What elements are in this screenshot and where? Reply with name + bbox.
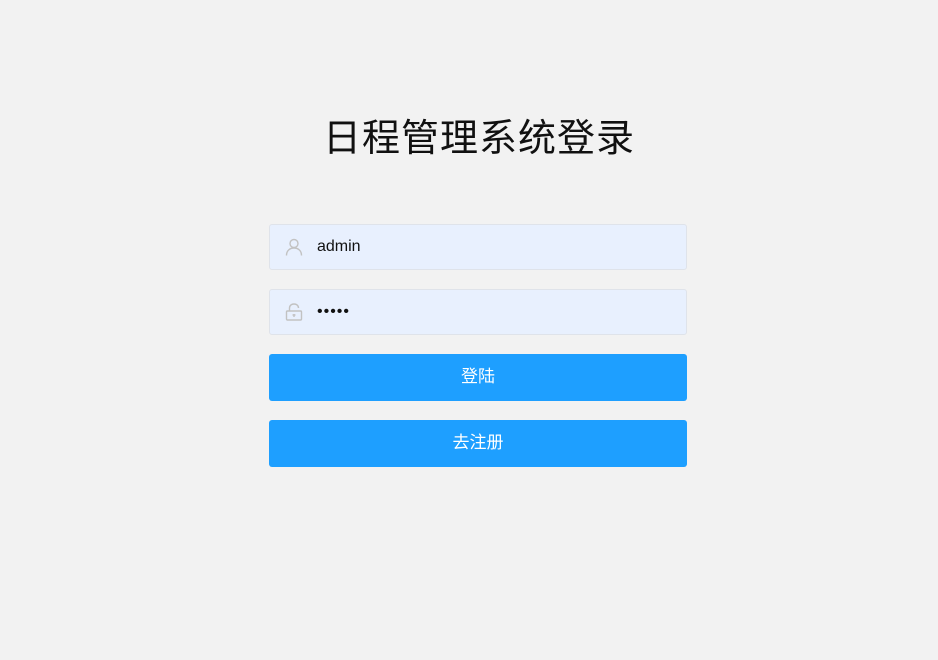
login-form: 登陆 去注册 [269,224,687,486]
password-field[interactable] [269,289,687,335]
page-title: 日程管理系统登录 [322,116,635,160]
password-input[interactable] [317,290,677,334]
register-button[interactable]: 去注册 [269,420,687,467]
username-input[interactable] [317,225,677,269]
user-icon [285,238,303,256]
login-button[interactable]: 登陆 [269,354,687,401]
login-page: 日程管理系统登录 登陆 去注册 [0,0,938,660]
username-field[interactable] [269,224,687,270]
unlock-icon [285,303,303,321]
